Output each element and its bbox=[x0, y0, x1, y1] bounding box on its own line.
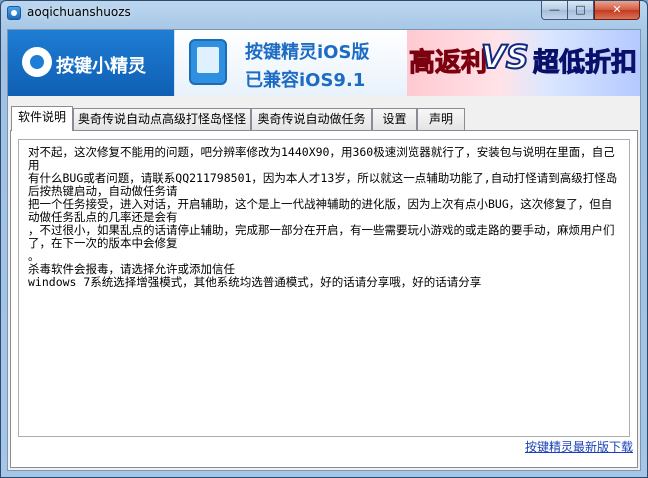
tab-statement[interactable]: 声明 bbox=[417, 108, 465, 130]
logo-text: 按键小精灵 bbox=[56, 56, 146, 77]
banner: 按键小精灵 按键精灵iOS版 已兼容iOS9.1 高返利 VS 超低折扣 bbox=[8, 30, 640, 96]
app-logo: 按键小精灵 bbox=[8, 30, 174, 96]
tab-settings[interactable]: 设置 bbox=[372, 108, 417, 130]
app-window: aoqichuanshuozs — □ ✕ 按键小精灵 按键精灵iOS版 已兼容… bbox=[0, 0, 648, 478]
description-line: 对不起，这次修复不能用的问题，吧分辨率修改为1440X90，用360极速浏览器就… bbox=[28, 145, 615, 172]
ad-banner-rebate[interactable]: 高返利 VS 超低折扣 bbox=[407, 30, 640, 96]
download-latest-link[interactable]: 按键精灵最新版下载 bbox=[525, 438, 633, 455]
minimize-button[interactable]: — bbox=[541, 1, 568, 20]
close-button[interactable]: ✕ bbox=[594, 1, 640, 20]
tab-software-notes[interactable]: 软件说明 bbox=[11, 106, 73, 131]
window-title: aoqichuanshuozs bbox=[27, 5, 131, 19]
app-icon bbox=[7, 6, 21, 20]
description-line: windows 7系统选择增强模式，其他系统均选普通模式，好的话请分享哦，好的话… bbox=[28, 275, 482, 289]
title-bar[interactable]: aoqichuanshuozs — □ ✕ bbox=[1, 1, 647, 25]
ad-ios-line1: 按键精灵iOS版 bbox=[245, 42, 370, 63]
description-textarea[interactable]: 对不起，这次修复不能用的问题，吧分辨率修改为1440X90，用360极速浏览器就… bbox=[18, 139, 630, 437]
ad-rebate-left: 高返利 bbox=[408, 48, 488, 79]
ad-ios-line2: 已兼容iOS9.1 bbox=[245, 70, 366, 91]
tab-bar: 软件说明 奥奇传说自动点高级打怪岛怪怪 奥奇传说自动做任务 设置 声明 bbox=[8, 106, 640, 131]
maximize-button[interactable]: □ bbox=[568, 1, 594, 20]
tab-panel: 对不起，这次修复不能用的问题，吧分辨率修改为1440X90，用360极速浏览器就… bbox=[10, 130, 638, 468]
description-line: ，不过很小，如果乱点的话请停止辅助，完成那一部分在开启，有一些需要玩小游戏的或走… bbox=[28, 223, 615, 250]
tab-auto-monster[interactable]: 奥奇传说自动点高级打怪岛怪怪 bbox=[73, 108, 251, 130]
description-line: 把一个任务接受，进入对话，开启辅助，这个是上一代战神辅助的进化版，因为上次有点小… bbox=[28, 197, 613, 224]
client-area: 按键小精灵 按键精灵iOS版 已兼容iOS9.1 高返利 VS 超低折扣 软件说… bbox=[7, 29, 641, 471]
description-line: 有什么BUG或者问题，请联系QQ211798501，因为本人才13岁，所以就这一… bbox=[28, 171, 618, 198]
tab-auto-task[interactable]: 奥奇传说自动做任务 bbox=[251, 108, 372, 130]
ipad-icon bbox=[189, 39, 227, 85]
ad-rebate-right: 超低折扣 bbox=[532, 48, 638, 79]
ad-banner-ios[interactable]: 按键精灵iOS版 已兼容iOS9.1 bbox=[174, 30, 407, 96]
logo-icon bbox=[22, 47, 52, 77]
ad-vs-text: VS bbox=[480, 37, 530, 77]
